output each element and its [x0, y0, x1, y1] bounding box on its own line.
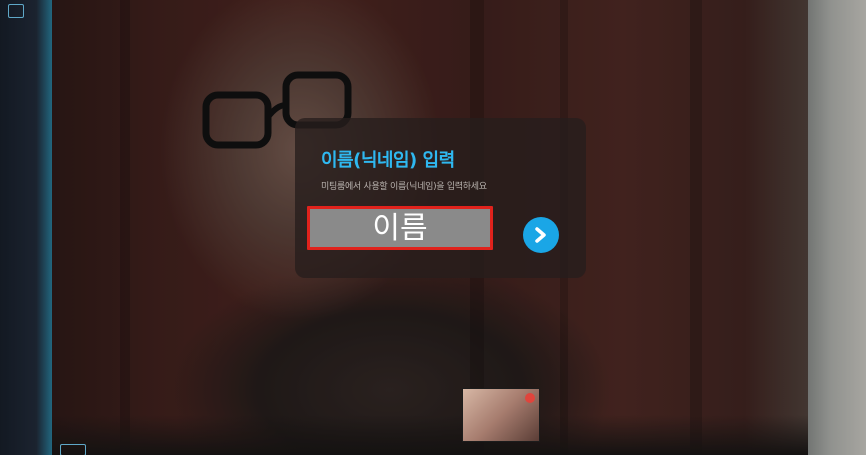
self-video-thumbnail: [462, 388, 540, 442]
dialog-subtitle: 미팅룸에서 사용할 이름(닉네임)을 입력하세요: [321, 182, 487, 192]
window-icon: [8, 4, 24, 18]
login-screen: 이름(닉네임) 입력 미팅룸에서 사용할 이름(닉네임)을 입력하세요: [0, 0, 866, 455]
next-button[interactable]: [523, 217, 559, 253]
keyboard-icon: [60, 444, 86, 455]
name-input[interactable]: [307, 206, 493, 250]
nickname-dialog: 이름(닉네임) 입력 미팅룸에서 사용할 이름(닉네임)을 입력하세요: [295, 118, 586, 278]
record-indicator-icon: [525, 393, 535, 403]
chevron-right-icon: [535, 227, 546, 243]
dialog-title: 이름(닉네임) 입력: [321, 150, 455, 171]
